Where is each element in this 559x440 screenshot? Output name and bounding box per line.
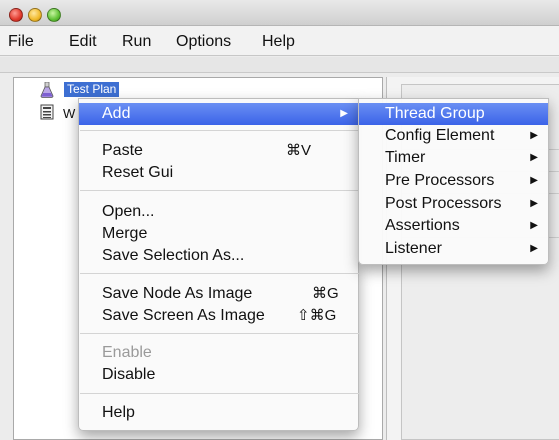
minimize-window-button[interactable]: [28, 8, 42, 22]
menu-item-add[interactable]: Add ▶: [79, 103, 358, 125]
menu-item-label: Help: [102, 404, 135, 421]
submenu-arrow-icon: ▶: [340, 108, 348, 119]
submenu-item-label: Post Processors: [385, 195, 502, 212]
shortcut-label: ⌘V: [286, 142, 312, 159]
submenu-arrow-icon: ▶: [530, 198, 538, 209]
submenu-arrow-icon: ▶: [530, 220, 538, 231]
menu-item-save-node-as-image[interactable]: Save Node As Image ⌘G: [79, 283, 358, 305]
add-submenu: Thread Group Config Element ▶ Timer ▶ Pr…: [358, 98, 549, 265]
shortcut-label: ⇧⌘G: [297, 307, 337, 324]
menu-item-paste[interactable]: Paste ⌘V: [79, 140, 358, 162]
flask-icon: [40, 82, 54, 98]
shortcut-label: ⌘G: [312, 285, 339, 302]
menu-options[interactable]: Options: [176, 33, 231, 51]
submenu-item-timer[interactable]: Timer ▶: [359, 147, 548, 169]
menu-run[interactable]: Run: [122, 33, 151, 51]
close-window-button[interactable]: [9, 8, 23, 22]
submenu-item-assertions[interactable]: Assertions ▶: [359, 215, 548, 237]
menu-item-label: Merge: [102, 225, 148, 242]
menu-item-label: Reset Gui: [102, 164, 174, 181]
tree-item-test-plan[interactable]: Test Plan: [64, 82, 120, 97]
context-menu: Add ▶ Paste ⌘V Reset Gui Open... Merge S…: [78, 98, 359, 431]
menu-item-label: Enable: [102, 344, 152, 361]
tree-item-workbench[interactable]: W: [63, 106, 75, 121]
submenu-item-label: Thread Group: [385, 105, 485, 122]
submenu-item-label: Timer: [385, 149, 426, 166]
submenu-item-pre-processors[interactable]: Pre Processors ▶: [359, 170, 548, 192]
menu-item-label: Open...: [102, 203, 155, 220]
menu-item-label: Add: [102, 105, 131, 122]
menu-separator: [80, 190, 359, 191]
menu-item-label: Paste: [102, 142, 143, 159]
submenu-item-post-processors[interactable]: Post Processors ▶: [359, 193, 548, 215]
zoom-window-button[interactable]: [47, 8, 61, 22]
menu-file[interactable]: File: [8, 33, 34, 51]
submenu-arrow-icon: ▶: [530, 243, 538, 254]
menu-item-help[interactable]: Help: [79, 402, 358, 424]
submenu-item-label: Assertions: [385, 217, 460, 234]
menu-edit[interactable]: Edit: [69, 33, 97, 51]
submenu-item-label: Config Element: [385, 127, 495, 144]
menu-item-label: Save Screen As Image: [102, 307, 265, 324]
submenu-item-config-element[interactable]: Config Element ▶: [359, 125, 548, 147]
workbench-icon: [40, 104, 54, 120]
menu-help[interactable]: Help: [262, 33, 295, 51]
menu-bar: File Edit Run Options Help: [0, 26, 559, 56]
menu-item-save-screen-as-image[interactable]: Save Screen As Image ⇧⌘G: [79, 305, 358, 327]
menu-separator: [80, 333, 359, 334]
menu-item-open[interactable]: Open...: [79, 201, 358, 223]
submenu-arrow-icon: ▶: [530, 152, 538, 163]
menu-separator: [80, 393, 359, 394]
toolbar: [0, 57, 559, 73]
submenu-arrow-icon: ▶: [530, 130, 538, 141]
submenu-arrow-icon: ▶: [530, 175, 538, 186]
menu-item-save-selection-as[interactable]: Save Selection As...: [79, 245, 358, 267]
menu-separator: [80, 130, 359, 131]
menu-item-label: Disable: [102, 366, 156, 383]
menu-item-reset-gui[interactable]: Reset Gui: [79, 162, 358, 184]
menu-separator: [80, 273, 359, 274]
title-bar: [0, 0, 559, 26]
submenu-item-label: Listener: [385, 240, 442, 257]
submenu-item-thread-group[interactable]: Thread Group: [359, 103, 548, 125]
menu-item-enable: Enable: [79, 342, 358, 364]
menu-item-disable[interactable]: Disable: [79, 364, 358, 386]
submenu-item-label: Pre Processors: [385, 172, 495, 189]
submenu-item-listener[interactable]: Listener ▶: [359, 238, 548, 260]
menu-item-label: Save Selection As...: [102, 247, 245, 264]
menu-item-merge[interactable]: Merge: [79, 223, 358, 245]
menu-item-label: Save Node As Image: [102, 285, 253, 302]
